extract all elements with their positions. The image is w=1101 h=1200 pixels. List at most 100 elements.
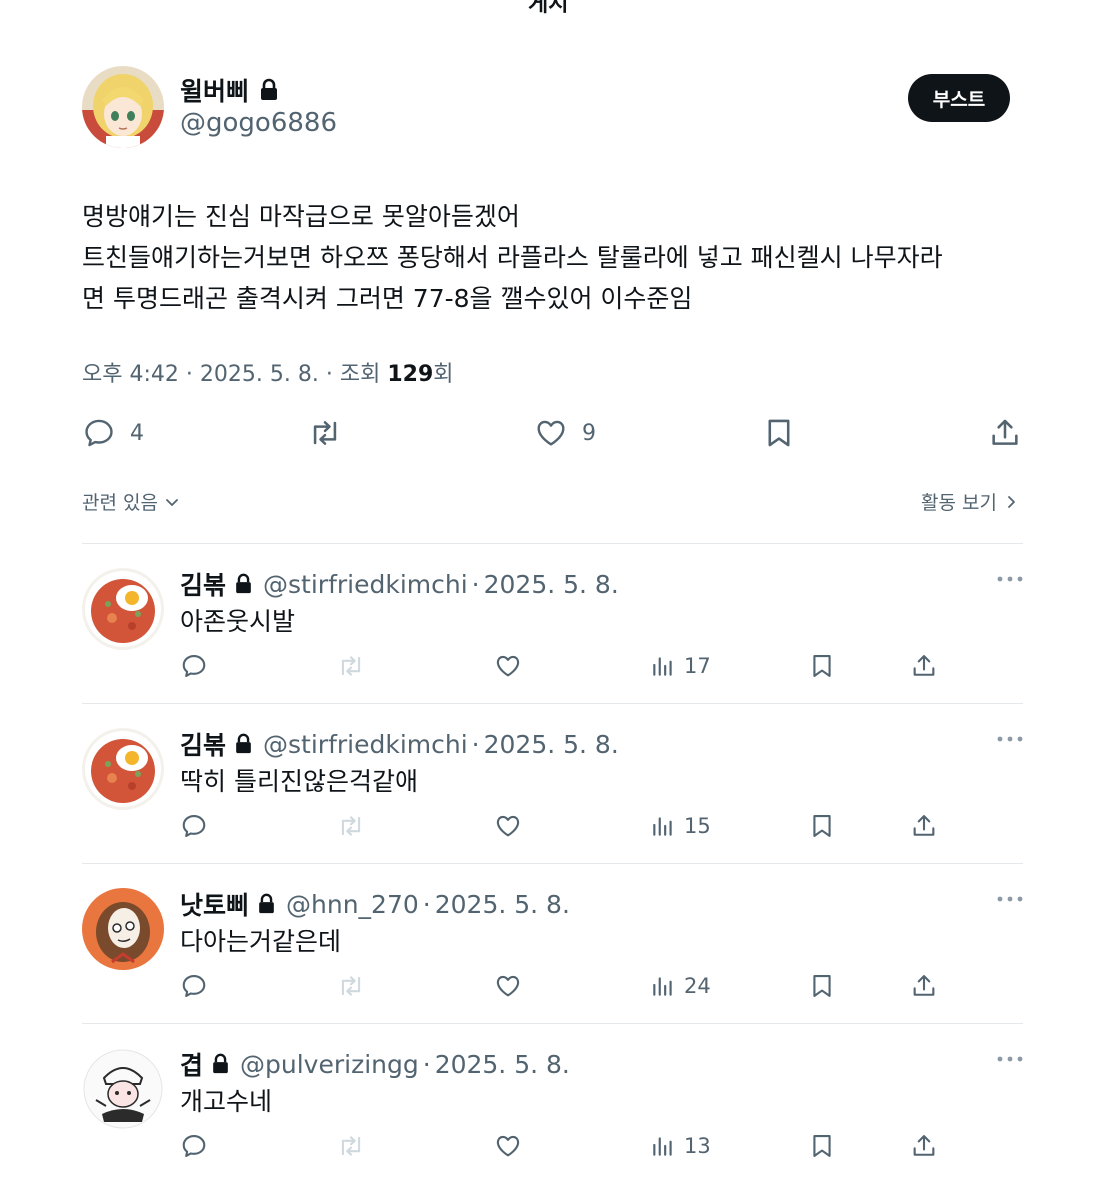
view-activity-link[interactable]: 활동 보기 [921, 488, 1019, 515]
share-button[interactable] [988, 416, 1022, 450]
reply-bookmark-button[interactable] [808, 812, 836, 840]
repost-icon [313, 421, 337, 445]
reply-item[interactable]: 김볶 @stirfriedkimchi · 2025. 5. 8. 아존웃시발 … [0, 544, 1101, 704]
reply-views-count: 17 [684, 654, 711, 678]
reply-views-count: 24 [684, 974, 711, 998]
reply-date[interactable]: 2025. 5. 8. [484, 730, 619, 759]
reply-share-button[interactable] [910, 652, 938, 680]
reply-reply-button[interactable] [180, 812, 208, 840]
reply-date[interactable]: 2025. 5. 8. [435, 890, 570, 919]
author-name[interactable]: 윌버삐 [180, 72, 249, 108]
reply-author-handle[interactable]: @stirfriedkimchi [263, 570, 468, 599]
post-time[interactable]: 오후 4:42 [82, 362, 179, 387]
reply-text: 딱히 틀리진않은걱같애 [180, 767, 418, 796]
reply-bookmark-button[interactable] [808, 1132, 836, 1160]
more-options-icon[interactable] [996, 894, 1024, 904]
reply-item[interactable]: 겹 @pulverizingg · 2025. 5. 8. 개고수네 13 [0, 1024, 1101, 1184]
reply-share-button[interactable] [910, 812, 938, 840]
views-count: 129 [387, 362, 434, 387]
heart-icon [496, 1135, 520, 1157]
reply-author-handle[interactable]: @hnn_270 [286, 890, 419, 919]
reply-author-handle[interactable]: @stirfriedkimchi [263, 730, 468, 759]
reply-repost-button [336, 1132, 366, 1160]
more-options-icon[interactable] [996, 1054, 1024, 1064]
reply-author-name[interactable]: 김볶 [180, 726, 226, 762]
reply-share-button[interactable] [910, 1132, 938, 1160]
post-date[interactable]: 2025. 5. 8. [200, 362, 319, 387]
author-handle[interactable]: @gogo6886 [180, 108, 337, 138]
reply-like-button[interactable] [494, 652, 522, 680]
lock-icon [236, 573, 251, 594]
reply-repost-button [336, 812, 366, 840]
reply-author-name[interactable]: 낫토삐 [180, 886, 249, 922]
reply-views-button[interactable]: 13 [650, 1132, 711, 1160]
reply-icon [182, 655, 206, 677]
reply-icon [182, 1135, 206, 1157]
reply-date[interactable]: 2025. 5. 8. [435, 1050, 570, 1079]
post-text-line: 트친들얘기하는거보면 하오쯔 퐁당해서 라플라스 탈룰라에 넣고 패신켈시 나무… [82, 243, 943, 272]
reply-reply-button[interactable] [180, 972, 208, 1000]
post-text-line: 면 투명드래곤 출격시켜 그러면 77-8을 깰수있어 이수준임 [82, 284, 693, 313]
reply-like-button[interactable] [494, 812, 522, 840]
heart-icon [496, 815, 520, 837]
reply-like-button[interactable] [494, 972, 522, 1000]
reply-views-button[interactable]: 17 [650, 652, 711, 680]
share-icon [913, 1135, 935, 1156]
reply-avatar[interactable] [82, 888, 164, 970]
reply-avatar[interactable] [82, 1048, 164, 1130]
reply-like-button[interactable] [494, 1132, 522, 1160]
reply-repost-button [336, 972, 366, 1000]
repost-icon [341, 816, 361, 836]
heart-icon [537, 420, 565, 446]
reply-icon [85, 419, 113, 447]
reply-views-count: 13 [684, 1134, 711, 1158]
post-text-line: 명방얘기는 진심 마작급으로 못알아듣겠어 [82, 202, 520, 231]
share-icon [992, 419, 1018, 445]
lock-icon [259, 893, 274, 914]
bookmark-icon [813, 655, 831, 677]
heart-icon [496, 975, 520, 997]
author-avatar[interactable] [82, 66, 164, 148]
view-activity-label: 활동 보기 [921, 492, 997, 514]
views-suffix: 회 [433, 362, 454, 387]
reply-views-button[interactable]: 24 [650, 972, 711, 1000]
reply-icon [182, 975, 206, 997]
bookmark-icon [768, 419, 790, 447]
reply-item[interactable]: 김볶 @stirfriedkimchi · 2025. 5. 8. 딱히 틀리진… [0, 704, 1101, 864]
more-options-icon[interactable] [996, 734, 1024, 744]
boost-button[interactable]: 부스트 [908, 74, 1010, 122]
reply-date[interactable]: 2025. 5. 8. [484, 570, 619, 599]
bookmark-icon [813, 815, 831, 837]
sort-related-label: 관련 있음 [82, 492, 158, 514]
bookmark-button[interactable] [762, 416, 796, 450]
repost-button[interactable] [306, 416, 344, 450]
reply-icon [182, 815, 206, 837]
reply-avatar[interactable] [82, 728, 164, 810]
reply-author-name[interactable]: 김볶 [180, 566, 226, 602]
repost-icon [341, 1136, 361, 1156]
reply-avatar[interactable] [82, 568, 164, 650]
like-button[interactable]: 9 [534, 416, 596, 450]
reply-reply-button[interactable] [180, 1132, 208, 1160]
more-options-icon[interactable] [996, 574, 1024, 584]
share-icon [913, 975, 935, 996]
reply-item[interactable]: 낫토삐 @hnn_270 · 2025. 5. 8. 다아는거같은데 24 [0, 864, 1101, 1024]
repost-icon [341, 656, 361, 676]
lock-icon [261, 78, 278, 100]
reply-reply-button[interactable] [180, 652, 208, 680]
reply-button[interactable]: 4 [82, 416, 144, 450]
reply-bookmark-button[interactable] [808, 652, 836, 680]
share-icon [913, 655, 935, 676]
reply-author-handle[interactable]: @pulverizingg [240, 1050, 419, 1079]
analytics-icon [653, 817, 672, 836]
post-meta: 오후 4:42 · 2025. 5. 8. · 조회 129회 [82, 362, 454, 387]
reply-author-name[interactable]: 겹 [180, 1046, 203, 1082]
reply-bookmark-button[interactable] [808, 972, 836, 1000]
sort-related-dropdown[interactable]: 관련 있음 [82, 488, 180, 515]
reply-views-button[interactable]: 15 [650, 812, 711, 840]
like-count: 9 [582, 420, 596, 446]
reply-text: 다아는거같은데 [180, 927, 342, 956]
lock-icon [236, 733, 251, 754]
reply-share-button[interactable] [910, 972, 938, 1000]
analytics-icon [653, 657, 672, 676]
